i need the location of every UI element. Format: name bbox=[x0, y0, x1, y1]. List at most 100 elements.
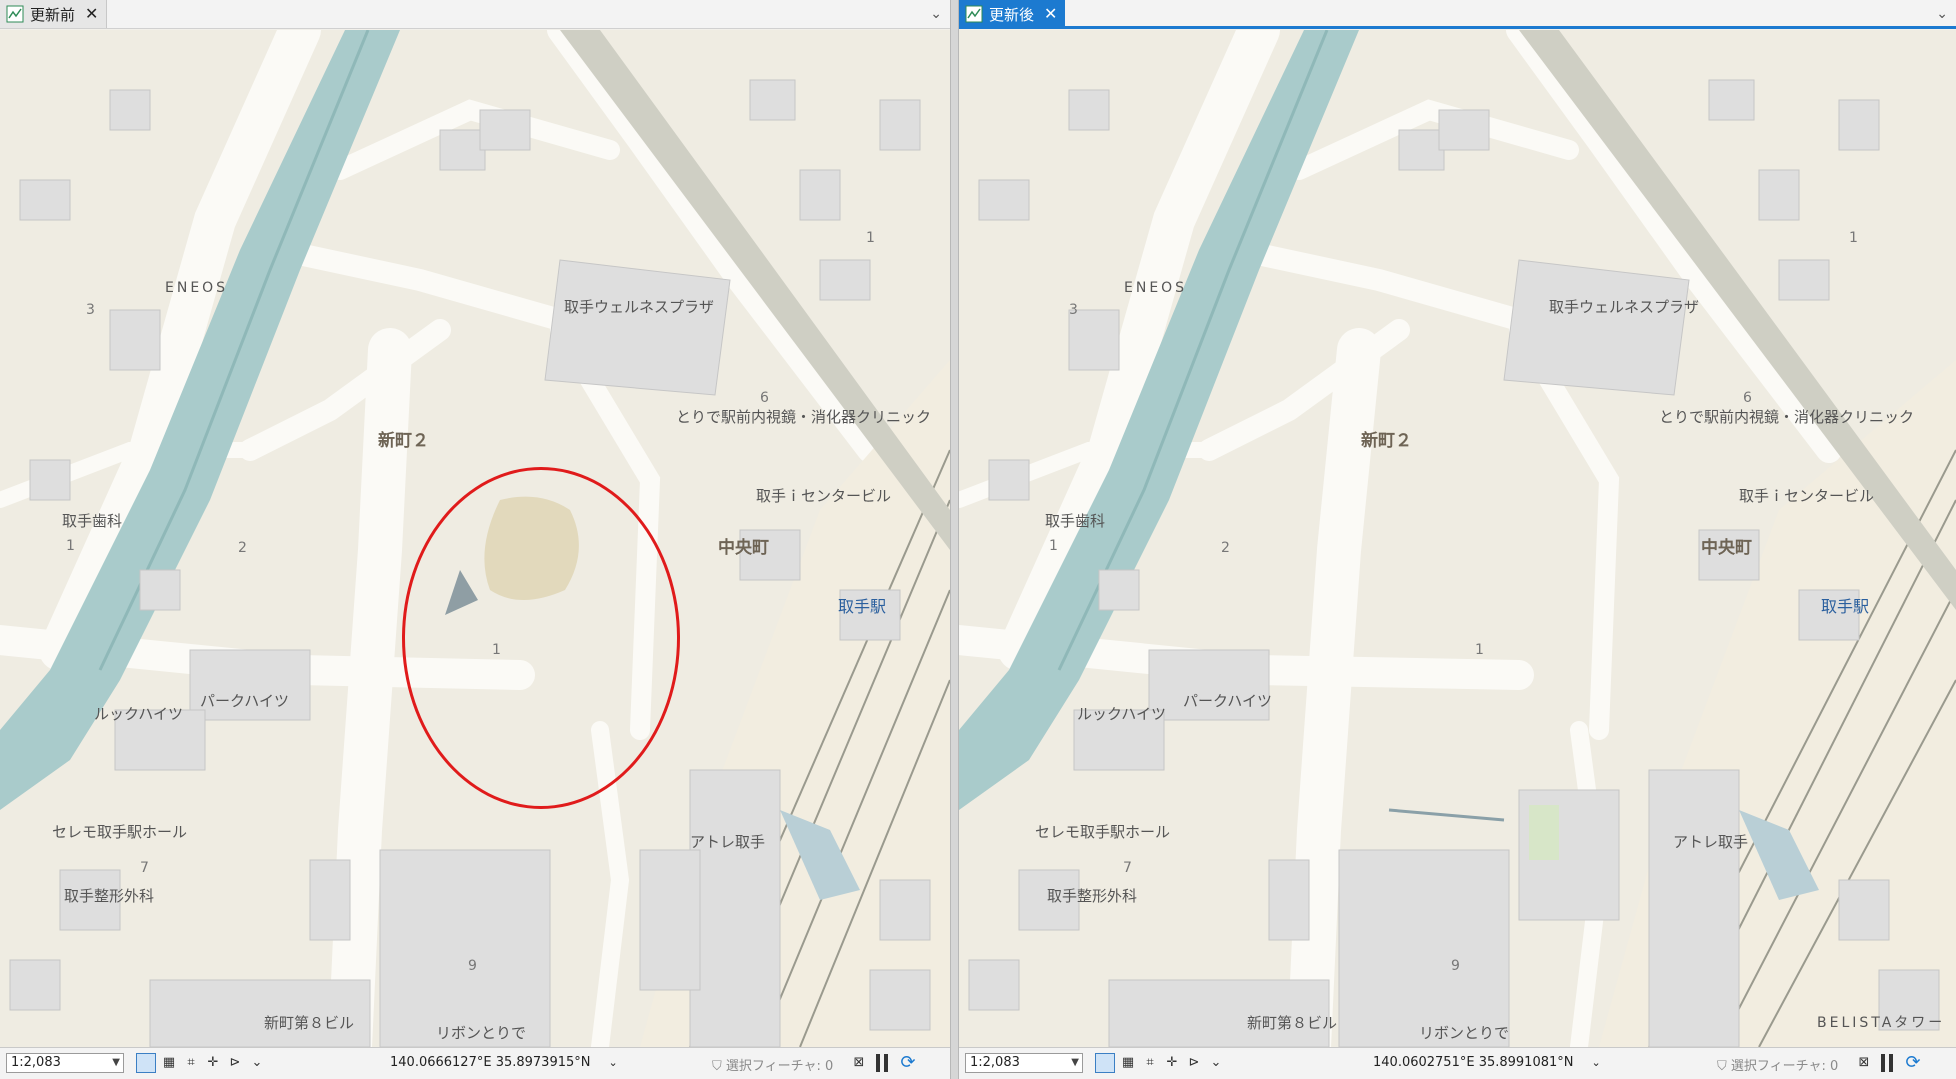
map-view[interactable]: ENEOS 取手ウェルネスプラザ とりで駅前内視鏡・消化器クリニック 新町２ 取… bbox=[0, 30, 950, 1047]
navigate-tool-icon[interactable] bbox=[1095, 1053, 1115, 1073]
poi-park-heights: パークハイツ bbox=[200, 692, 289, 710]
poi-icenter: 取手ｉセンタービル bbox=[756, 487, 892, 505]
poi-orthopedic: 取手整形外科 bbox=[1047, 887, 1138, 905]
chevron-down-icon: ▼ bbox=[1071, 1057, 1079, 1068]
block-number: 1 bbox=[66, 538, 75, 554]
scale-value: 1:2,083 bbox=[970, 1055, 1020, 1070]
close-icon[interactable]: ✕ bbox=[85, 6, 98, 22]
block-number: 1 bbox=[1475, 642, 1484, 658]
poi-seremo: セレモ取手駅ホール bbox=[1035, 823, 1171, 841]
block-number: 6 bbox=[1743, 390, 1752, 406]
district-chuo: 中央町 bbox=[718, 538, 769, 558]
poi-seremo: セレモ取手駅ホール bbox=[52, 823, 188, 841]
map-view[interactable]: ENEOS 取手ウェルネスプラザ とりで駅前内視鏡・消化器クリニック 新町２ 取… bbox=[959, 30, 1956, 1047]
measure-icon[interactable]: ⊳ bbox=[1185, 1053, 1203, 1073]
chevron-down-icon: ⌄ bbox=[1591, 1056, 1601, 1069]
poi-shinmachi8: 新町第８ビル bbox=[1247, 1014, 1338, 1032]
filter-icon[interactable]: ⊠ bbox=[1855, 1053, 1873, 1073]
block-number: 9 bbox=[468, 958, 477, 974]
poi-dental: 取手歯科 bbox=[1045, 512, 1106, 530]
block-number: 9 bbox=[1451, 958, 1460, 974]
selected-features-label: 選択フィーチャ: 0 bbox=[1730, 1059, 1839, 1074]
selected-features-label: 選択フィーチャ: 0 bbox=[725, 1059, 834, 1074]
refresh-icon[interactable]: ⟳ bbox=[898, 1053, 918, 1073]
playback-controls: ⊠ ⟳ bbox=[1855, 1053, 1923, 1073]
block-number: 3 bbox=[86, 302, 95, 318]
poi-clinic: とりで駅前内視鏡・消化器クリニック bbox=[1659, 408, 1915, 426]
scale-select[interactable]: 1:2,083 ▼ bbox=[6, 1053, 124, 1073]
block-number: 1 bbox=[492, 642, 501, 658]
scale-select[interactable]: 1:2,083 ▼ bbox=[965, 1053, 1083, 1073]
chevron-down-icon: ⌄ bbox=[608, 1056, 618, 1069]
constraint-icon[interactable]: ✛ bbox=[204, 1053, 222, 1073]
refresh-icon[interactable]: ⟳ bbox=[1903, 1053, 1923, 1073]
poi-orthopedic: 取手整形外科 bbox=[64, 887, 155, 905]
poi-ribbon: リボンとりで bbox=[1419, 1024, 1510, 1042]
district-shinmachi2: 新町２ bbox=[378, 431, 429, 451]
coordinates-value: 140.0666127°E 35.8973915°N bbox=[390, 1055, 591, 1070]
map-pane-before: 更新前 ✕ ⌄ ENEOS 取手ウェルネスプラザ とりで駅前内視鏡・消化器クリニ… bbox=[0, 0, 950, 1079]
block-number: 1 bbox=[1049, 538, 1058, 554]
coordinates-readout[interactable]: 140.0602751°E 35.8991081°N ⌄ bbox=[1373, 1055, 1601, 1070]
chevron-down-icon[interactable]: ⌄ bbox=[930, 6, 942, 22]
chevron-down-icon[interactable]: ⌄ bbox=[248, 1053, 266, 1073]
snapping-icon[interactable]: ⌗ bbox=[1141, 1053, 1159, 1073]
block-number: 7 bbox=[140, 860, 149, 876]
coordinates-readout[interactable]: 140.0666127°E 35.8973915°N ⌄ bbox=[390, 1055, 618, 1070]
pause-icon[interactable] bbox=[876, 1054, 890, 1072]
highlight-circle bbox=[402, 467, 680, 809]
poi-ribbon: リボンとりで bbox=[436, 1024, 527, 1042]
filter-icon: ⛉ bbox=[712, 1059, 726, 1074]
poi-eneos: ENEOS bbox=[165, 280, 229, 296]
poi-shinmachi8: 新町第８ビル bbox=[264, 1014, 355, 1032]
navigate-tool-icon[interactable] bbox=[136, 1053, 156, 1073]
station-label: 取手駅 bbox=[1821, 597, 1870, 616]
poi-look-heights: ルックハイツ bbox=[94, 705, 183, 723]
measure-icon[interactable]: ⊳ bbox=[226, 1053, 244, 1073]
tab-bar: 更新後 ✕ ⌄ bbox=[959, 0, 1956, 29]
close-icon[interactable]: ✕ bbox=[1044, 6, 1057, 22]
selected-features: ⛉ 選択フィーチャ: 0 bbox=[1717, 1055, 1838, 1074]
block-number: 1 bbox=[1849, 230, 1858, 246]
poi-eneos: ENEOS bbox=[1124, 280, 1188, 296]
poi-dental: 取手歯科 bbox=[62, 512, 123, 530]
status-bar: 1:2,083 ▼ ▦ ⌗ ✛ ⊳ ⌄ 140.0666127°E 35.8973… bbox=[0, 1047, 950, 1079]
block-number: 6 bbox=[760, 390, 769, 406]
filter-icon[interactable]: ⊠ bbox=[850, 1053, 868, 1073]
status-bar: 1:2,083 ▼ ▦ ⌗ ✛ ⊳ ⌄ 140.0602751°E 35.8991… bbox=[959, 1047, 1956, 1079]
coordinates-value: 140.0602751°E 35.8991081°N bbox=[1373, 1055, 1574, 1070]
scale-value: 1:2,083 bbox=[11, 1055, 61, 1070]
tab-after[interactable]: 更新後 ✕ bbox=[959, 0, 1066, 28]
poi-look-heights: ルックハイツ bbox=[1077, 705, 1166, 723]
poi-icenter: 取手ｉセンタービル bbox=[1739, 487, 1875, 505]
poi-wellness: 取手ウェルネスプラザ bbox=[564, 298, 715, 316]
poi-wellness: 取手ウェルネスプラザ bbox=[1549, 298, 1700, 316]
station-label: 取手駅 bbox=[838, 597, 887, 616]
pane-divider[interactable] bbox=[950, 0, 959, 1079]
chevron-down-icon: ▼ bbox=[112, 1057, 120, 1068]
poi-atre: アトレ取手 bbox=[690, 833, 766, 851]
block-number: 7 bbox=[1123, 860, 1132, 876]
grid-icon[interactable]: ▦ bbox=[160, 1053, 178, 1073]
grid-icon[interactable]: ▦ bbox=[1119, 1053, 1137, 1073]
tab-label: 更新前 bbox=[30, 5, 76, 24]
district-chuo: 中央町 bbox=[1701, 538, 1752, 558]
block-number: 2 bbox=[1221, 540, 1230, 556]
poi-park-heights: パークハイツ bbox=[1183, 692, 1272, 710]
tab-label: 更新後 bbox=[989, 5, 1035, 24]
filter-icon: ⛉ bbox=[1717, 1059, 1731, 1074]
snapping-icon[interactable]: ⌗ bbox=[182, 1053, 200, 1073]
poi-atre: アトレ取手 bbox=[1673, 833, 1749, 851]
map-tab-icon bbox=[965, 5, 983, 23]
pause-icon[interactable] bbox=[1881, 1054, 1895, 1072]
block-number: 3 bbox=[1069, 302, 1078, 318]
block-number: 1 bbox=[866, 230, 875, 246]
district-shinmachi2: 新町２ bbox=[1361, 431, 1412, 451]
tab-bar: 更新前 ✕ ⌄ bbox=[0, 0, 950, 29]
constraint-icon[interactable]: ✛ bbox=[1163, 1053, 1181, 1073]
selected-features: ⛉ 選択フィーチャ: 0 bbox=[712, 1055, 833, 1074]
chevron-down-icon[interactable]: ⌄ bbox=[1936, 6, 1948, 22]
map-tab-icon bbox=[6, 5, 24, 23]
tab-before[interactable]: 更新前 ✕ bbox=[0, 0, 108, 28]
chevron-down-icon[interactable]: ⌄ bbox=[1207, 1053, 1225, 1073]
